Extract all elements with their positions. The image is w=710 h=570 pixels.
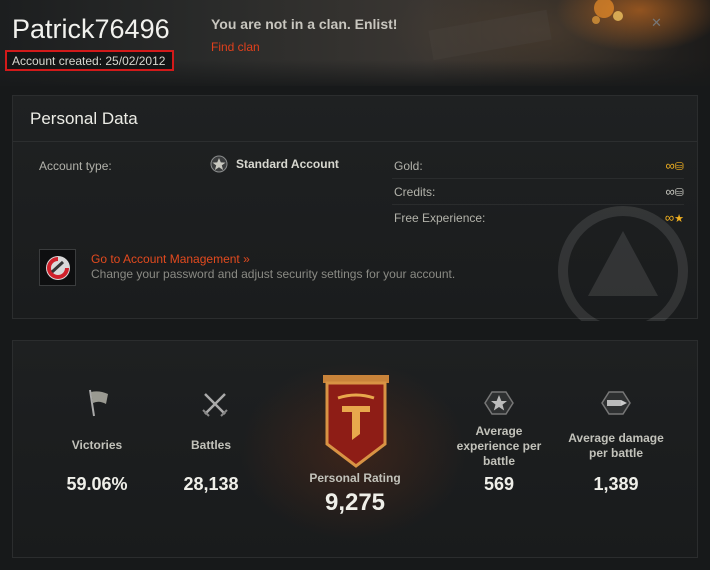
currency-row-credits: Credits: ∞⛁ [392, 180, 684, 205]
account-management-icon[interactable] [39, 249, 76, 286]
stats-panel: Victories 59.06% Battles 28,138 Personal… [12, 340, 698, 558]
account-type-label: Account type: [39, 159, 112, 173]
standard-account-icon [210, 155, 228, 173]
account-management-link[interactable]: Go to Account Management » [91, 252, 250, 266]
free-xp-label: Free Experience: [394, 211, 486, 225]
gold-icon: ∞⛁ [665, 158, 685, 173]
avg-damage-label: Average damage per battle [568, 431, 664, 460]
victories-value: 59.06% [66, 474, 128, 494]
credits-label: Credits: [394, 185, 436, 199]
credits-icon: ∞⛁ [665, 184, 685, 199]
victories-label: Victories [71, 438, 123, 452]
free-xp-icon: ∞★ [664, 210, 684, 225]
panel-title: Personal Data [30, 109, 138, 128]
clan-status: You are not in a clan. Enlist! [211, 16, 398, 32]
find-clan-link[interactable]: Find clan [211, 40, 260, 54]
avg-damage-value: 1,389 [593, 474, 639, 494]
divider [13, 141, 697, 142]
rating-label: Personal Rating [309, 471, 401, 485]
battles-label: Battles [190, 438, 231, 452]
account-type: Standard Account [210, 155, 339, 173]
stat-personal-rating: Personal Rating 9,275 [299, 471, 411, 517]
account-created-date: Account created: 25/02/2012 [5, 50, 174, 71]
personal-rating-banner-icon [323, 375, 389, 468]
crossed-swords-icon [202, 393, 228, 417]
avg-xp-label: Average experience per battle [456, 424, 542, 468]
rating-value: 9,275 [324, 489, 386, 516]
shell-icon [601, 391, 631, 415]
avg-xp-value: 569 [483, 474, 515, 494]
stat-victories: Victories 59.06% [47, 438, 147, 495]
account-management-description: Change your password and adjust security… [91, 267, 456, 281]
stat-battles: Battles 28,138 [161, 438, 261, 495]
account-type-value: Standard Account [236, 157, 339, 171]
username: Patrick76496 [12, 14, 170, 44]
gold-label: Gold: [394, 159, 423, 173]
battles-value: 28,138 [183, 474, 239, 494]
star-icon [484, 391, 514, 415]
stat-average-experience: Average experience per battle 569 [449, 424, 549, 495]
stat-average-damage: Average damage per battle 1,389 [561, 431, 671, 495]
currency-row-gold: Gold: ∞⛁ [392, 154, 684, 179]
personal-data-panel: Personal Data Account type: Standard Acc… [12, 95, 698, 321]
flag-icon [89, 389, 108, 417]
close-icon[interactable]: ✕ [651, 15, 662, 31]
currency-row-free-xp: Free Experience: ∞★ [392, 206, 684, 231]
